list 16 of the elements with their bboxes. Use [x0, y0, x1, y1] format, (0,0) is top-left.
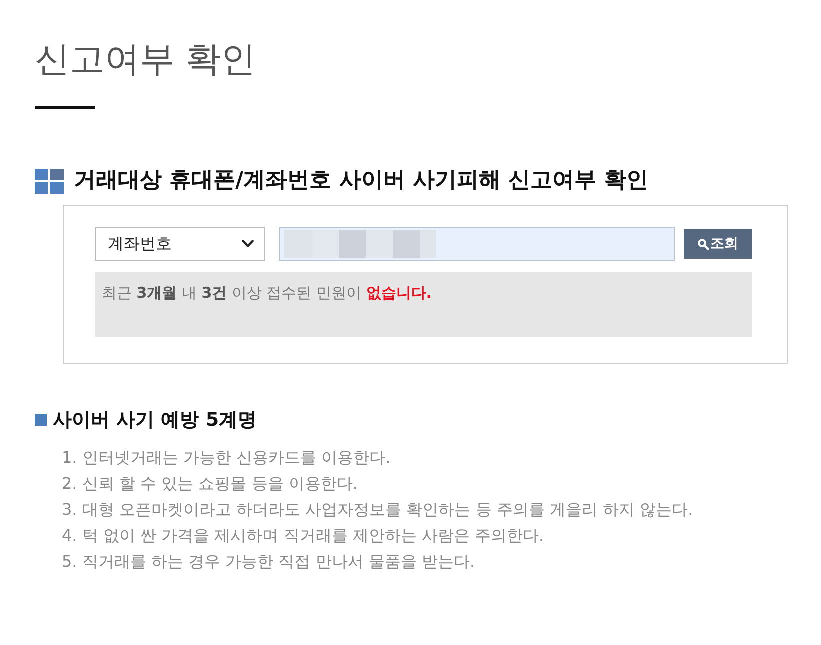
tips-title: 사이버 사기 예방 5계명	[53, 408, 258, 433]
search-type-select[interactable]: 계좌번호	[95, 227, 265, 261]
result-message: 최근 3개월 내 3건 이상 접수된 민원이 없습니다.	[102, 283, 432, 304]
tip-item: 2. 신뢰 할 수 있는 쇼핑몰 등을 이용한다.	[62, 473, 358, 495]
chevron-down-icon	[242, 240, 254, 248]
grid-icon	[35, 168, 64, 194]
page-title: 신고여부 확인	[35, 39, 256, 82]
section-title: 거래대상 휴대폰/계좌번호 사이버 사기피해 신고여부 확인	[74, 167, 648, 195]
search-input-field[interactable]	[279, 227, 675, 261]
search-icon	[698, 238, 708, 250]
tip-item: 5. 직거래를 하는 경우 가능한 직접 만나서 물품을 받는다.	[62, 551, 476, 573]
square-icon	[35, 414, 47, 426]
tip-item: 3. 대형 오픈마켓이라고 하더라도 사업자정보를 확인하는 등 주의를 게을리 하지 않는다.	[62, 499, 694, 521]
search-button[interactable]: 조회	[684, 229, 752, 259]
tip-item: 1. 인터넷거래는 가능한 신용카드를 이용한다.	[62, 447, 391, 469]
tip-item: 4. 턱 없이 싼 가격을 제시하며 직거래를 제안하는 사람은 주의한다.	[62, 525, 544, 547]
